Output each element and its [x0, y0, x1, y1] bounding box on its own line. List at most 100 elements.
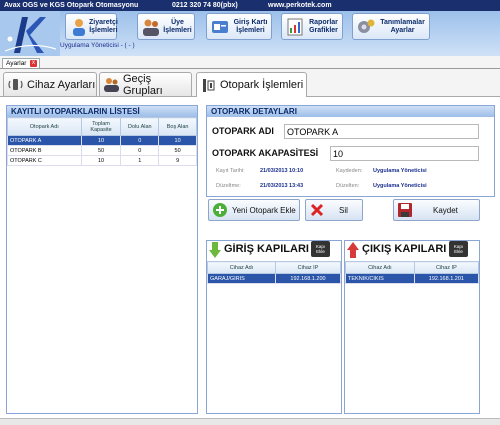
add-parking-label: Yeni Otopark Ekle: [232, 205, 296, 215]
cell-device-name: TEKNIK/CIKIS: [345, 273, 415, 284]
cell-free: 50: [158, 145, 197, 156]
arrow-up-icon: [347, 242, 359, 258]
visitor-icon: [73, 18, 85, 36]
nav-cards-button[interactable]: Giriş Kartı İşlemleri: [206, 13, 272, 40]
cell-device-ip: 192.168.1.201: [413, 273, 480, 284]
column-total-capacity[interactable]: Toplam Kapasite: [80, 117, 122, 136]
tab-device-settings[interactable]: Cihaz Ayarları: [3, 72, 97, 96]
title-bar: Avax OGS ve KGS Otopark Otomasyonu 0212 …: [0, 0, 500, 11]
add-exit-gate-button[interactable]: Kapı Ekle: [449, 241, 468, 257]
delete-label: Sil: [339, 205, 348, 215]
exit-gates-table: Cihaz Adı Cihaz IP TEKNIK/CIKIS 192.168.…: [345, 261, 480, 284]
document-tab-settings[interactable]: Ayarlar x: [2, 58, 40, 68]
updated-by-label: Düzelten:: [336, 183, 360, 189]
nav-visitors-label: Ziyaretçi İşlemleri: [89, 18, 118, 34]
nav-members-button[interactable]: Üye İşlemleri: [137, 13, 195, 40]
group-icon: [104, 78, 119, 92]
cell-device-ip: 192.168.1.200: [274, 273, 342, 284]
logo-icon: [0, 11, 60, 56]
tab-access-groups[interactable]: Geçiş Grupları: [99, 72, 192, 97]
table-row[interactable]: OTOPARK C 10 1 9: [7, 155, 197, 166]
nav-reports-label: Raporlar Grafikler: [309, 18, 338, 34]
members-icon: [143, 19, 159, 36]
column-device-name[interactable]: Cihaz Adı: [345, 261, 415, 274]
settings-icon: [358, 19, 375, 33]
arrow-down-icon: [209, 242, 221, 258]
table-row[interactable]: OTOPARK B 50 0 50: [7, 145, 197, 156]
website-link[interactable]: www.perkotek.com: [268, 0, 332, 11]
updated-date-value: 21/03/2013 13:43: [260, 183, 304, 189]
cell-occupied: 0: [120, 135, 160, 146]
created-date-value: 21/03/2013 10:10: [260, 168, 304, 174]
parking-name-label: OTOPARK ADI: [212, 126, 274, 136]
nav-cards-label: Giriş Kartı İşlemleri: [233, 18, 268, 34]
tab-access-groups-label: Geçiş Grupları: [123, 72, 163, 97]
created-date-label: Kayıt Tarihi:: [216, 168, 245, 174]
status-bar: [0, 418, 500, 425]
parking-capacity-field[interactable]: 10: [330, 146, 479, 161]
add-exit-gate-label: Kapı Ekle: [453, 244, 464, 254]
device-icon: [8, 79, 23, 90]
updated-date-label: Düzeltme:: [216, 183, 241, 189]
tab-parking-operations-label: Otopark İşlemleri: [220, 79, 304, 91]
phone-number: 0212 320 74 80(pbx): [172, 2, 238, 9]
cell-capacity: 50: [80, 145, 122, 156]
column-free[interactable]: Boş Alan: [158, 117, 197, 136]
document-tab-strip: [0, 68, 500, 69]
nav-reports-button[interactable]: Raporlar Grafikler: [281, 13, 343, 40]
parking-capacity-label: OTOPARK AKAPASİTESİ: [212, 148, 319, 158]
close-icon[interactable]: x: [30, 60, 37, 67]
created-by-value: Uygulama Yöneticisi: [373, 168, 427, 174]
table-row[interactable]: TEKNIK/CIKIS 192.168.1.201: [345, 273, 480, 284]
document-tab-label: Ayarlar: [6, 60, 27, 67]
cell-capacity: 10: [80, 135, 122, 146]
add-parking-button[interactable]: Yeni Otopark Ekle: [208, 199, 300, 221]
cell-name: OTOPARK B: [7, 145, 82, 156]
delete-button[interactable]: Sil: [305, 199, 363, 221]
report-icon: [287, 18, 303, 35]
column-occupied[interactable]: Dolu Alan: [120, 117, 160, 136]
entry-gates-panel: Cihaz Adı Cihaz IP GARAJ/GIRIS 192.168.1…: [206, 240, 342, 414]
add-entry-gate-button[interactable]: Kapı Ekle: [311, 241, 330, 257]
nav-members-label: Üye İşlemleri: [163, 18, 192, 34]
parking-list-panel: KAYITLI OTOPARKLARIN LİSTESİ Otopark Adı…: [6, 105, 198, 414]
save-label: Kaydet: [433, 205, 458, 215]
column-device-ip[interactable]: Cihaz IP: [413, 261, 480, 274]
parking-detail-title: OTOPARK DETAYLARI: [207, 106, 494, 117]
created-by-label: Kaydeden:: [336, 168, 363, 174]
column-device-ip[interactable]: Cihaz IP: [274, 261, 342, 274]
table-row[interactable]: GARAJ/GIRIS 192.168.1.200: [207, 273, 342, 284]
current-user: Uygulama Yöneticisi - ( - ): [60, 42, 135, 49]
cell-capacity: 10: [80, 155, 122, 166]
add-icon: [213, 203, 227, 217]
column-device-name[interactable]: Cihaz Adı: [207, 261, 276, 274]
nav-settings-button[interactable]: Tanımlamalar Ayarlar: [352, 13, 430, 40]
cell-device-name: GARAJ/GIRIS: [207, 273, 276, 284]
save-button[interactable]: Kaydet: [393, 199, 480, 221]
updated-by-value: Uygulama Yöneticisi: [373, 183, 427, 189]
cell-occupied: 0: [120, 145, 160, 156]
delete-icon: [310, 203, 324, 217]
entry-gates-table: Cihaz Adı Cihaz IP GARAJ/GIRIS 192.168.1…: [207, 261, 342, 284]
parking-icon: [203, 78, 215, 92]
cell-occupied: 1: [120, 155, 160, 166]
parking-name-field[interactable]: OTOPARK A: [284, 124, 479, 139]
app-title: Avax OGS ve KGS Otopark Otomasyonu: [4, 2, 139, 9]
nav-visitors-button[interactable]: Ziyaretçi İşlemleri: [65, 13, 118, 40]
add-entry-gate-label: Kapı Ekle: [315, 244, 326, 254]
cell-name: OTOPARK A: [7, 135, 82, 146]
parking-list-title: KAYITLI OTOPARKLARIN LİSTESİ: [7, 106, 197, 117]
entry-gates-title: GİRİŞ KAPILARI: [224, 243, 309, 255]
table-row[interactable]: OTOPARK A 10 0 10: [7, 135, 197, 146]
cell-free: 9: [158, 155, 197, 166]
cell-free: 10: [158, 135, 197, 146]
column-parking-name[interactable]: Otopark Adı: [7, 117, 82, 136]
parking-list-table: Otopark Adı Toplam Kapasite Dolu Alan Bo…: [7, 117, 197, 166]
exit-gates-panel: Cihaz Adı Cihaz IP TEKNIK/CIKIS 192.168.…: [344, 240, 480, 414]
cell-name: OTOPARK C: [7, 155, 82, 166]
tab-device-settings-label: Cihaz Ayarları: [27, 78, 96, 91]
tab-parking-operations[interactable]: Otopark İşlemleri: [196, 72, 307, 97]
card-icon: [212, 20, 228, 33]
save-icon: [398, 203, 412, 217]
nav-settings-label: Tanımlamalar Ayarlar: [380, 18, 425, 34]
